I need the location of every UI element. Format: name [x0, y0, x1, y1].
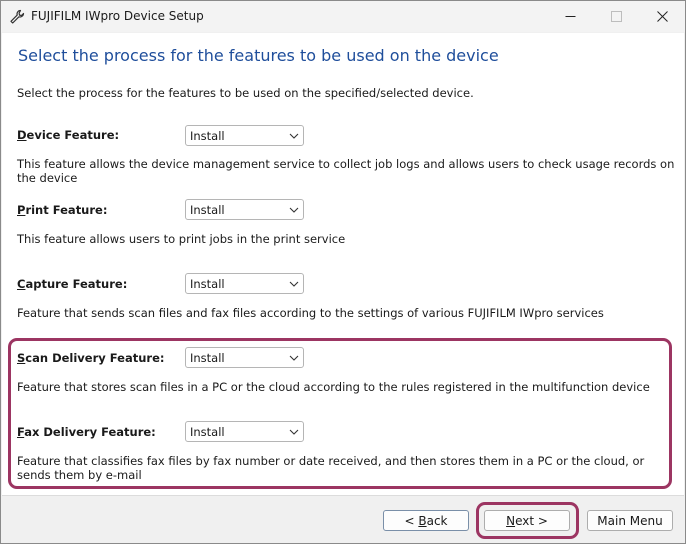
print-feature-select[interactable]: Install [185, 199, 304, 220]
next-button[interactable]: Next > [484, 510, 570, 531]
chevron-down-icon [289, 281, 299, 287]
capture-feature-select[interactable]: Install [185, 273, 304, 294]
print-feature-description: This feature allows users to print jobs … [17, 232, 346, 246]
page-heading: Select the process for the features to b… [18, 46, 499, 65]
main-menu-button[interactable]: Main Menu [587, 510, 673, 531]
capture-feature-value: Install [190, 277, 225, 291]
footer-divider [2, 495, 684, 496]
chevron-down-icon [289, 355, 299, 361]
fax-delivery-feature-label: Fax Delivery Feature: [17, 425, 156, 439]
content-panel: Select the process for the features to b… [2, 33, 684, 495]
print-feature-value: Install [190, 203, 225, 217]
scan-delivery-feature-label: Scan Delivery Feature: [17, 351, 165, 365]
scan-delivery-feature-description: Feature that stores scan files in a PC o… [17, 380, 650, 394]
minimize-icon [565, 16, 575, 17]
scan-delivery-feature-value: Install [190, 351, 225, 365]
device-feature-description: This feature allows the device managemen… [17, 157, 675, 185]
maximize-icon [610, 11, 622, 22]
scan-delivery-feature-select[interactable]: Install [185, 347, 304, 368]
device-feature-label: Device Feature: [17, 128, 120, 142]
capture-feature-description: Feature that sends scan files and fax fi… [17, 306, 604, 320]
device-feature-select[interactable]: Install [185, 125, 304, 146]
window-title: FUJIFILM IWpro Device Setup [31, 9, 204, 23]
fax-delivery-feature-value: Install [190, 425, 225, 439]
fax-delivery-feature-description: Feature that classifies fax files by fax… [17, 454, 645, 482]
print-feature-label: Print Feature: [17, 203, 108, 217]
back-button[interactable]: < Back [383, 510, 469, 531]
intro-text: Select the process for the features to b… [17, 86, 474, 100]
chevron-down-icon [289, 133, 299, 139]
chevron-down-icon [289, 429, 299, 435]
fax-delivery-feature-select[interactable]: Install [185, 421, 304, 442]
device-feature-value: Install [190, 129, 225, 143]
title-bar: FUJIFILM IWpro Device Setup [1, 1, 685, 32]
maximize-button[interactable] [593, 1, 639, 32]
wrench-icon [10, 9, 25, 24]
chevron-down-icon [289, 207, 299, 213]
setup-window: FUJIFILM IWpro Device Setup Select the p… [0, 0, 686, 544]
capture-feature-label: Capture Feature: [17, 277, 128, 291]
minimize-button[interactable] [547, 1, 593, 32]
close-icon [656, 11, 668, 22]
close-button[interactable] [639, 1, 685, 32]
